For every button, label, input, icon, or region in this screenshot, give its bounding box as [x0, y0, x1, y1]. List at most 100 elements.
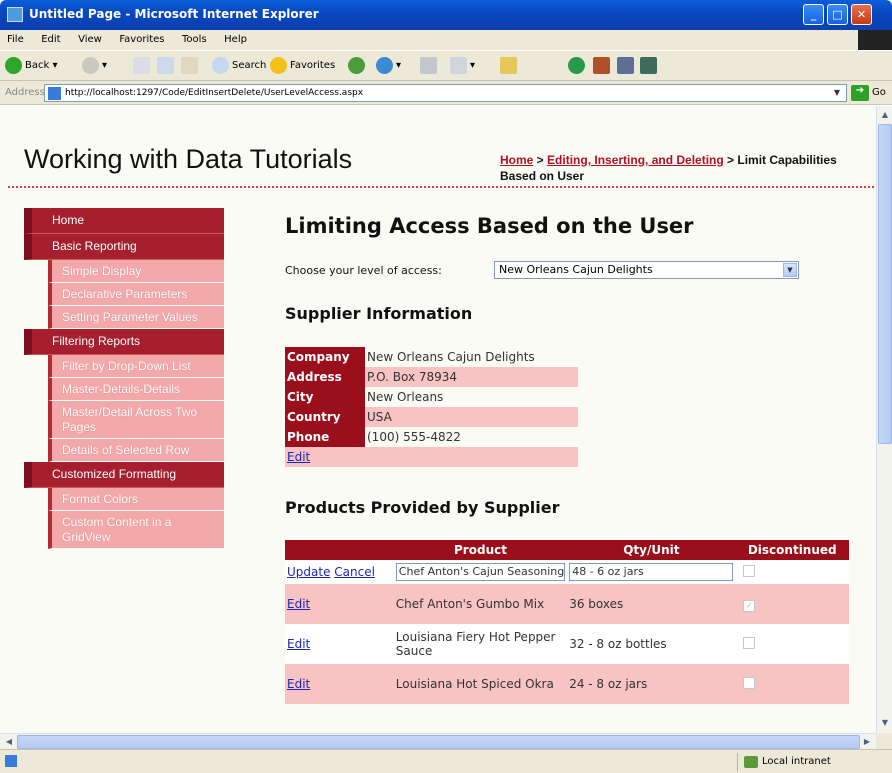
go-button[interactable]: Go: [872, 87, 886, 98]
favorites-button[interactable]: Favorites: [270, 56, 335, 76]
supplier-row: Company New Orleans Cajun Delights: [285, 347, 578, 367]
row-actions: Edit: [285, 624, 394, 664]
sidebar-item[interactable]: Format Colors: [48, 488, 224, 511]
research-button[interactable]: [593, 56, 613, 76]
page-title: Limiting Access Based on the User: [285, 214, 694, 238]
scroll-up-icon[interactable]: ▲: [878, 107, 892, 123]
discontinued-cell: [735, 664, 849, 704]
sidebar-item[interactable]: Custom Content in a GridView: [48, 511, 224, 549]
edit-page-button[interactable]: [500, 56, 520, 76]
discontinued-checkbox: [743, 676, 756, 689]
chevron-down-icon[interactable]: ▼: [830, 86, 844, 100]
minimize-button[interactable]: _: [803, 4, 824, 25]
sidebar-item[interactable]: Home: [24, 208, 224, 234]
stop-button[interactable]: [133, 56, 153, 76]
history-button[interactable]: ▾: [376, 56, 401, 76]
supplier-row: Country USA: [285, 407, 578, 427]
edit-link[interactable]: Edit: [287, 597, 310, 611]
update-link[interactable]: Update: [287, 565, 330, 579]
page-icon: [48, 87, 61, 100]
sidebar-item[interactable]: Filtering Reports: [24, 329, 224, 355]
toolbar: Back ▾ ▾ Search Favorites ▾ ▾: [0, 50, 892, 81]
maximize-button[interactable]: □: [827, 4, 848, 25]
qty-cell: 48 - 6 oz jars: [567, 560, 736, 584]
product-cell: Louisiana Hot Spiced Okra: [393, 664, 568, 704]
tool-button-b[interactable]: [640, 56, 660, 76]
sidebar-item[interactable]: Simple Display: [48, 260, 224, 283]
supplier-edit-link[interactable]: Edit: [287, 450, 310, 464]
breadcrumb: Home > Editing, Inserting, and Deleting …: [500, 153, 837, 183]
supplier-field-value: New Orleans Cajun Delights: [367, 350, 535, 364]
menu-tools[interactable]: Tools: [175, 30, 214, 45]
menu-file[interactable]: File: [0, 30, 31, 45]
sidebar-item[interactable]: Master-Details-Details: [48, 378, 224, 401]
edit-link[interactable]: Edit: [287, 637, 310, 651]
row-actions: Edit: [285, 664, 394, 704]
sidebar-item[interactable]: Declarative Parameters: [48, 283, 224, 306]
sidebar-item[interactable]: Filter by Drop-Down List: [48, 355, 224, 378]
menu-favorites[interactable]: Favorites: [112, 30, 171, 45]
sidebar-item[interactable]: Details of Selected Row: [48, 439, 224, 462]
mail-button[interactable]: [420, 56, 440, 76]
menu-edit[interactable]: Edit: [34, 30, 67, 45]
forward-button[interactable]: ▾: [82, 56, 107, 76]
windows-logo-icon: [858, 30, 892, 50]
print-button[interactable]: ▾: [450, 56, 475, 76]
security-zone: Local intranet: [737, 753, 889, 771]
window-title: Untitled Page - Microsoft Internet Explo…: [29, 7, 319, 21]
history-icon: [376, 56, 393, 74]
cancel-link[interactable]: Cancel: [334, 565, 375, 579]
sidebar-item[interactable]: Master/Detail Across Two Pages: [48, 401, 224, 439]
access-level-value: New Orleans Cajun Delights: [499, 263, 653, 276]
messenger-icon: [568, 56, 585, 74]
supplier-heading: Supplier Information: [285, 304, 473, 323]
status-bar: Local intranet: [0, 749, 892, 773]
breadcrumb-section-link[interactable]: Editing, Inserting, and Deleting: [547, 153, 724, 167]
go-arrow-icon[interactable]: ➔: [851, 85, 869, 101]
messenger-button[interactable]: [568, 56, 588, 76]
vertical-scrollbar[interactable]: ▲ ▼: [876, 106, 892, 733]
page-viewport: Working with Data Tutorials Home > Editi…: [0, 106, 876, 733]
sidebar-item[interactable]: Customized Formatting: [24, 462, 224, 488]
refresh-button[interactable]: [157, 56, 177, 76]
discontinued-checkbox[interactable]: [743, 564, 756, 577]
qty-unit-input[interactable]: 48 - 6 oz jars: [569, 563, 734, 581]
chevron-down-icon[interactable]: ▼: [783, 263, 797, 277]
horizontal-scrollbar[interactable]: ◀ ▶: [0, 733, 876, 749]
supplier-field-value: P.O. Box 78934: [365, 367, 578, 387]
media-button[interactable]: [348, 56, 368, 76]
row-actions: Update Cancel: [285, 560, 394, 584]
scroll-right-icon[interactable]: ▶: [859, 734, 875, 750]
supplier-field-value: (100) 555-4822: [367, 430, 461, 444]
product-name-input[interactable]: Chef Anton's Cajun Seasoning: [395, 563, 566, 581]
menu-help[interactable]: Help: [217, 30, 254, 45]
discontinued-cell: [735, 624, 849, 664]
folder-icon: [500, 56, 517, 74]
search-button[interactable]: Search: [212, 56, 266, 76]
product-cell: Chef Anton's Gumbo Mix: [393, 584, 568, 624]
media-icon: [348, 56, 365, 74]
scroll-left-icon[interactable]: ◀: [1, 734, 17, 750]
back-button[interactable]: Back ▾: [5, 56, 57, 76]
access-level-select[interactable]: New Orleans Cajun Delights ▼: [494, 261, 799, 279]
qty-cell: 24 - 8 oz jars: [567, 664, 736, 704]
address-input[interactable]: http://localhost:1297/Code/EditInsertDel…: [44, 84, 847, 102]
breadcrumb-home-link[interactable]: Home: [500, 153, 533, 167]
supplier-field-label: Company: [285, 347, 365, 367]
tool-button-a[interactable]: [617, 56, 637, 76]
page-done-icon: [5, 755, 17, 767]
supplier-field-label: City: [285, 387, 365, 407]
sidebar-item[interactable]: Basic Reporting: [24, 234, 224, 260]
sidebar-item[interactable]: Setting Parameter Values: [48, 306, 224, 329]
products-heading: Products Provided by Supplier: [285, 498, 560, 517]
scroll-thumb[interactable]: [878, 124, 892, 444]
table-row: Edit Chef Anton's Gumbo Mix 36 boxes ✓: [285, 584, 849, 624]
forward-arrow-icon: [82, 56, 99, 74]
close-button[interactable]: ✕: [851, 4, 872, 25]
scroll-down-icon[interactable]: ▼: [878, 715, 892, 731]
edit-link[interactable]: Edit: [287, 677, 310, 691]
home-button[interactable]: [181, 56, 201, 76]
menu-view[interactable]: View: [71, 30, 109, 45]
search-icon: [212, 56, 229, 74]
scroll-thumb-horizontal[interactable]: [17, 735, 860, 749]
